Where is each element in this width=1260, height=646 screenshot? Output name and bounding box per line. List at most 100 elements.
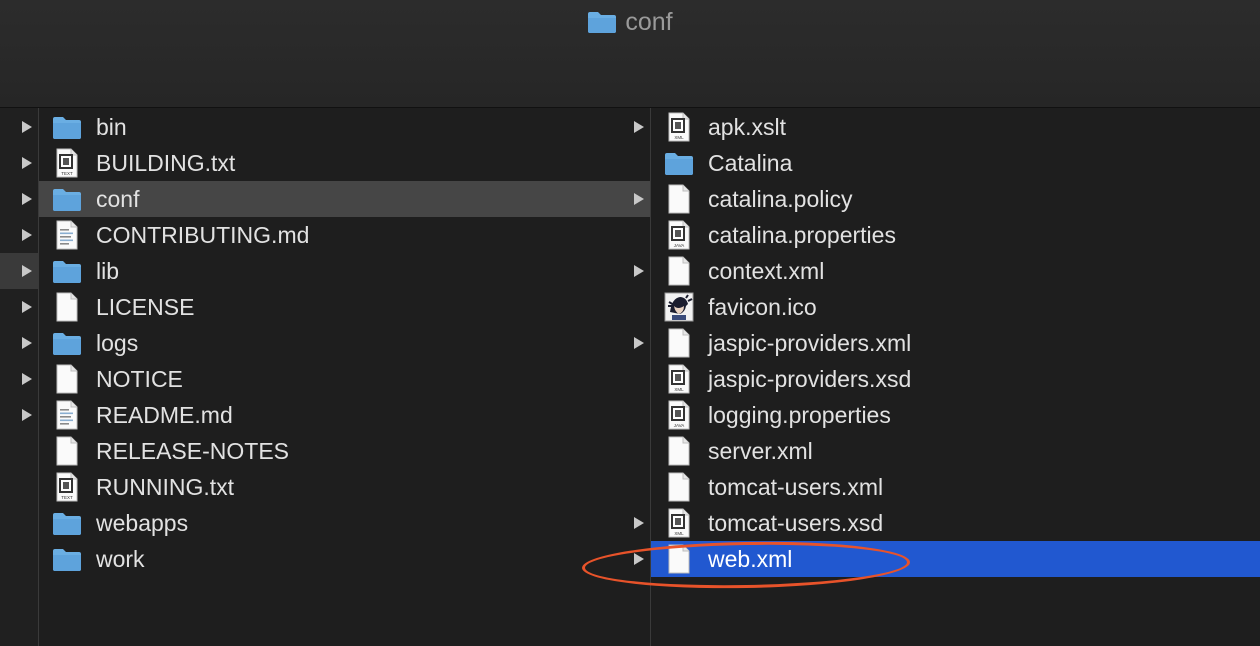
parent-column-row[interactable] — [0, 109, 38, 145]
item-name: catalina.policy — [708, 186, 853, 212]
folder-icon — [52, 256, 82, 286]
item-name: BUILDING.txt — [96, 150, 236, 176]
parent-column-row[interactable] — [0, 469, 38, 505]
parent-column-row[interactable] — [0, 433, 38, 469]
item-name: jaspic-providers.xml — [708, 330, 912, 356]
parent-column-row[interactable] — [0, 325, 38, 361]
item-name: webapps — [96, 510, 189, 536]
disclosure-arrow-icon — [634, 265, 644, 277]
file-row[interactable]: jaspic-providers.xml — [651, 325, 1260, 361]
item-name: work — [96, 546, 145, 572]
parent-column[interactable] — [0, 108, 39, 646]
item-name: LICENSE — [96, 294, 195, 320]
folder-icon — [52, 328, 82, 358]
file-row[interactable]: RELEASE-NOTES — [39, 433, 650, 469]
item-name: README.md — [96, 402, 233, 428]
parent-column-row[interactable] — [0, 397, 38, 433]
item-name: apk.xslt — [708, 114, 786, 140]
folder-row[interactable]: work — [39, 541, 650, 577]
item-name: logs — [96, 330, 139, 356]
disclosure-arrow-icon — [634, 193, 644, 205]
markdown-file-icon — [52, 220, 82, 250]
svg-text:TEXT: TEXT — [61, 495, 73, 500]
file-row[interactable]: README.md — [39, 397, 650, 433]
file-row[interactable]: catalina.policy — [651, 181, 1260, 217]
svg-text:TEXT: TEXT — [61, 171, 73, 176]
document-icon — [664, 184, 694, 214]
svg-text:XML: XML — [674, 531, 684, 536]
disclosure-arrow-icon — [22, 265, 32, 277]
file-row[interactable]: NOTICE — [39, 361, 650, 397]
parent-column-row[interactable] — [0, 181, 38, 217]
file-row[interactable]: favicon.ico — [651, 289, 1260, 325]
browser-column-1[interactable]: bin TEXT BUILDING.txt conf CONTRIBUTING.… — [39, 108, 651, 646]
window-title-text: conf — [625, 8, 673, 36]
folder-row[interactable]: lib — [39, 253, 650, 289]
file-row[interactable]: TEXT RUNNING.txt — [39, 469, 650, 505]
disclosure-arrow-icon — [22, 121, 32, 133]
folder-icon — [52, 112, 82, 142]
file-row[interactable]: JAVA catalina.properties — [651, 217, 1260, 253]
folder-icon — [664, 148, 694, 178]
item-name: NOTICE — [96, 366, 183, 392]
xml-file-icon: XML — [664, 112, 694, 142]
java-file-icon: JAVA — [664, 400, 694, 430]
folder-row[interactable]: conf — [39, 181, 650, 217]
item-name: RELEASE-NOTES — [96, 438, 289, 464]
svg-text:JAVA: JAVA — [674, 423, 685, 428]
folder-row[interactable]: logs — [39, 325, 650, 361]
text-file-icon: TEXT — [52, 472, 82, 502]
disclosure-arrow-icon — [22, 337, 32, 349]
folder-row[interactable]: bin — [39, 109, 650, 145]
disclosure-arrow-icon — [634, 121, 644, 133]
folder-icon — [588, 12, 617, 33]
parent-column-row[interactable] — [0, 289, 38, 325]
file-row[interactable]: XML tomcat-users.xsd — [651, 505, 1260, 541]
file-row[interactable]: XML jaspic-providers.xsd — [651, 361, 1260, 397]
document-icon — [664, 472, 694, 502]
document-icon — [664, 436, 694, 466]
item-name: jaspic-providers.xsd — [708, 366, 912, 392]
item-name: logging.properties — [708, 402, 891, 428]
document-icon — [52, 364, 82, 394]
disclosure-arrow-icon — [22, 193, 32, 205]
parent-column-row[interactable] — [0, 217, 38, 253]
item-name: favicon.ico — [708, 294, 817, 320]
window-titlebar: conf — [0, 0, 1260, 108]
parent-column-row[interactable] — [0, 253, 38, 289]
parent-column-row[interactable] — [0, 505, 38, 541]
xml-file-icon: XML — [664, 508, 694, 538]
parent-column-row[interactable] — [0, 361, 38, 397]
disclosure-arrow-icon — [22, 301, 32, 313]
disclosure-arrow-icon — [634, 517, 644, 529]
window-title: conf — [0, 6, 1260, 38]
file-row[interactable]: LICENSE — [39, 289, 650, 325]
file-row[interactable]: tomcat-users.xml — [651, 469, 1260, 505]
file-row[interactable]: JAVA logging.properties — [651, 397, 1260, 433]
disclosure-arrow-icon — [22, 157, 32, 169]
folder-icon — [52, 184, 82, 214]
disclosure-arrow-icon — [634, 337, 644, 349]
file-row[interactable]: CONTRIBUTING.md — [39, 217, 650, 253]
document-icon — [664, 256, 694, 286]
file-row[interactable]: TEXT BUILDING.txt — [39, 145, 650, 181]
file-row[interactable]: XML apk.xslt — [651, 109, 1260, 145]
disclosure-arrow-icon — [22, 373, 32, 385]
folder-row[interactable]: Catalina — [651, 145, 1260, 181]
svg-text:XML: XML — [674, 387, 684, 392]
item-name: Catalina — [708, 150, 793, 176]
parent-column-row[interactable] — [0, 541, 38, 577]
xml-file-icon: XML — [664, 364, 694, 394]
file-row[interactable]: server.xml — [651, 433, 1260, 469]
svg-text:XML: XML — [674, 135, 684, 140]
item-name: lib — [96, 258, 120, 284]
item-name: server.xml — [708, 438, 813, 464]
document-icon — [52, 436, 82, 466]
item-name: CONTRIBUTING.md — [96, 222, 310, 248]
parent-column-row[interactable] — [0, 145, 38, 181]
java-file-icon: JAVA — [664, 220, 694, 250]
item-name: RUNNING.txt — [96, 474, 234, 500]
file-row[interactable]: context.xml — [651, 253, 1260, 289]
item-name: tomcat-users.xml — [708, 474, 884, 500]
folder-row[interactable]: webapps — [39, 505, 650, 541]
